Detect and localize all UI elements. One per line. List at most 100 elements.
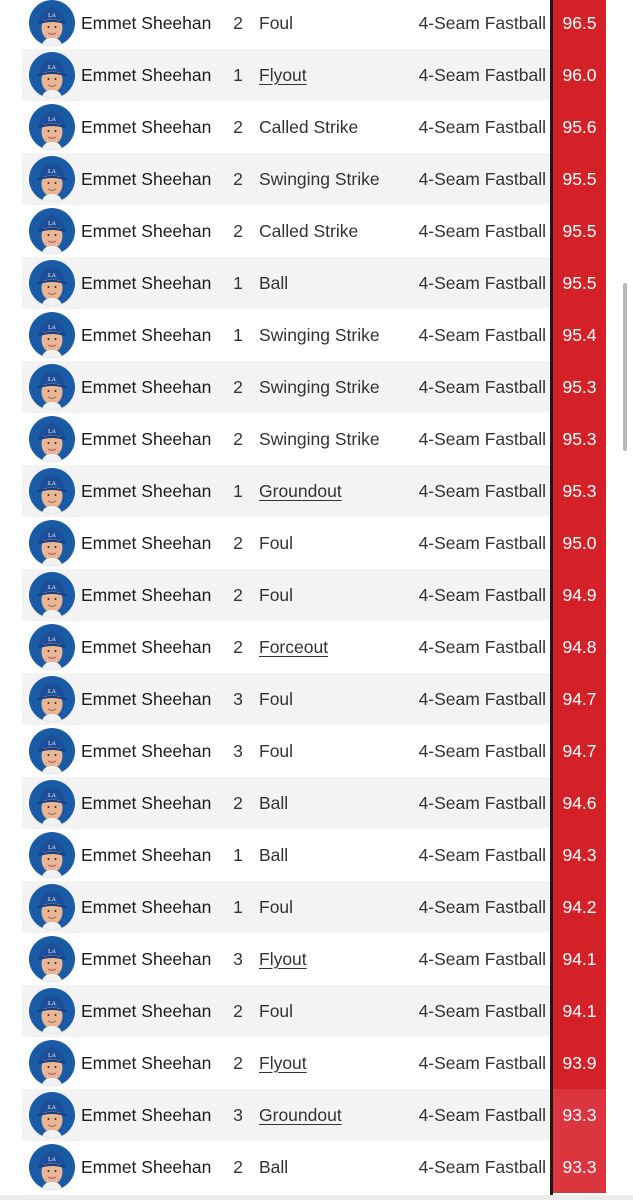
result-cell: Foul [259,897,294,917]
player-avatar-icon[interactable]: LA [29,1040,75,1086]
svg-text:LA: LA [48,1105,57,1111]
player-avatar-icon[interactable]: LA [29,156,75,202]
player-avatar-icon[interactable]: LA [29,364,75,410]
pitcher-name: Emmet Sheehan [81,481,212,501]
inning-cell: 2 [233,1157,243,1177]
inning-cell: 2 [233,221,243,241]
player-avatar-icon[interactable]: LA [29,260,75,306]
svg-text:LA: LA [48,325,57,331]
velocity-cell: 96.0 [553,49,606,101]
inning-cell: 2 [233,169,243,189]
pitch-type-cell: 4-Seam Fastball [418,429,546,449]
result-link[interactable]: Flyout [259,1037,307,1089]
velocity-cell: 95.3 [553,361,606,413]
result-link[interactable]: Flyout [259,49,307,101]
player-avatar-icon[interactable]: LA [29,0,75,46]
player-avatar-icon[interactable]: LA [29,572,75,618]
table-row: LA Emmet Sheehan 1 Ball 4-Seam Fastball … [0,257,633,309]
player-avatar-icon[interactable]: LA [29,884,75,930]
pitch-type-cell: 4-Seam Fastball [418,793,546,813]
table-row: LA Emmet Sheehan 2 Foul 4-Seam Fastball … [0,569,633,621]
table-row: LA Emmet Sheehan 2 Flyout 4-Seam Fastbal… [0,1037,633,1089]
inning-cell: 2 [233,1053,243,1073]
velocity-cell: 94.9 [553,569,606,621]
pitcher-name: Emmet Sheehan [81,585,212,605]
pitch-type-cell: 4-Seam Fastball [418,533,546,553]
velocity-cell: 95.4 [553,309,606,361]
velocity-cell: 95.6 [553,101,606,153]
player-avatar-icon[interactable]: LA [29,208,75,254]
pitch-type-cell: 4-Seam Fastball [418,481,546,501]
pitcher-name: Emmet Sheehan [81,845,212,865]
player-avatar-icon[interactable]: LA [29,676,75,722]
pitcher-name: Emmet Sheehan [81,1157,212,1177]
result-cell: Foul [259,13,294,33]
player-avatar-icon[interactable]: LA [29,936,75,982]
player-avatar-icon[interactable]: LA [29,1144,75,1190]
table-row: LA Emmet Sheehan 2 Ball 4-Seam Fastball … [0,777,633,829]
velocity-cell: 93.9 [553,1037,606,1089]
pitcher-name: Emmet Sheehan [81,377,212,397]
table-row: LA Emmet Sheehan 3 Foul 4-Seam Fastball … [0,725,633,777]
velocity-cell: 96.5 [553,0,606,49]
velocity-cell: 95.3 [553,413,606,465]
result-cell: Called Strike [259,117,359,137]
pitch-type-cell: 4-Seam Fastball [418,637,546,657]
svg-text:LA: LA [48,481,57,487]
velocity-cell: 94.1 [553,933,606,985]
inning-cell: 1 [233,845,243,865]
svg-text:LA: LA [48,273,57,279]
pitcher-name: Emmet Sheehan [81,689,212,709]
player-avatar-icon[interactable]: LA [29,1092,75,1138]
player-avatar-icon[interactable]: LA [29,780,75,826]
pitch-type-cell: 4-Seam Fastball [418,169,546,189]
pitcher-name: Emmet Sheehan [81,741,212,761]
inning-cell: 1 [233,273,243,293]
player-avatar-icon[interactable]: LA [29,832,75,878]
svg-text:LA: LA [48,1001,57,1007]
pitch-type-cell: 4-Seam Fastball [418,13,546,33]
table-row: LA Emmet Sheehan 3 Groundout 4-Seam Fast… [0,1089,633,1141]
svg-text:LA: LA [48,429,57,435]
result-link[interactable]: Flyout [259,933,307,985]
inning-cell: 3 [233,1105,243,1125]
inning-cell: 2 [233,377,243,397]
result-cell: Ball [259,793,289,813]
pitcher-name: Emmet Sheehan [81,325,212,345]
player-avatar-icon[interactable]: LA [29,468,75,514]
result-cell: Swinging Strike [259,169,380,189]
player-avatar-icon[interactable]: LA [29,104,75,150]
result-cell: Ball [259,1157,289,1177]
pitch-type-cell: 4-Seam Fastball [418,1157,546,1177]
result-cell: Foul [259,533,294,553]
svg-text:LA: LA [48,585,57,591]
pitcher-name: Emmet Sheehan [81,637,212,657]
scrollbar-thumb[interactable] [623,283,627,451]
table-row: LA Emmet Sheehan 2 Ball 4-Seam Fastball … [0,1141,633,1193]
result-cell: Foul [259,585,294,605]
inning-cell: 3 [233,741,243,761]
player-avatar-icon[interactable]: LA [29,312,75,358]
svg-text:LA: LA [48,13,57,19]
pitcher-name: Emmet Sheehan [81,273,212,293]
svg-text:LA: LA [48,949,57,955]
svg-text:LA: LA [48,1157,57,1163]
pitch-type-cell: 4-Seam Fastball [418,949,546,969]
result-link[interactable]: Groundout [259,1089,342,1141]
player-avatar-icon[interactable]: LA [29,52,75,98]
player-avatar-icon[interactable]: LA [29,988,75,1034]
player-avatar-icon[interactable]: LA [29,416,75,462]
player-avatar-icon[interactable]: LA [29,520,75,566]
pitcher-name: Emmet Sheehan [81,169,212,189]
pitcher-name: Emmet Sheehan [81,13,212,33]
table-bottom-edge [0,1195,633,1200]
svg-text:LA: LA [48,65,57,71]
player-avatar-icon[interactable]: LA [29,624,75,670]
result-link[interactable]: Groundout [259,465,342,517]
pitch-type-cell: 4-Seam Fastball [418,117,546,137]
player-avatar-icon[interactable]: LA [29,728,75,774]
inning-cell: 3 [233,689,243,709]
result-link[interactable]: Forceout [259,621,328,673]
velocity-cell: 95.3 [553,465,606,517]
result-cell: Swinging Strike [259,377,380,397]
